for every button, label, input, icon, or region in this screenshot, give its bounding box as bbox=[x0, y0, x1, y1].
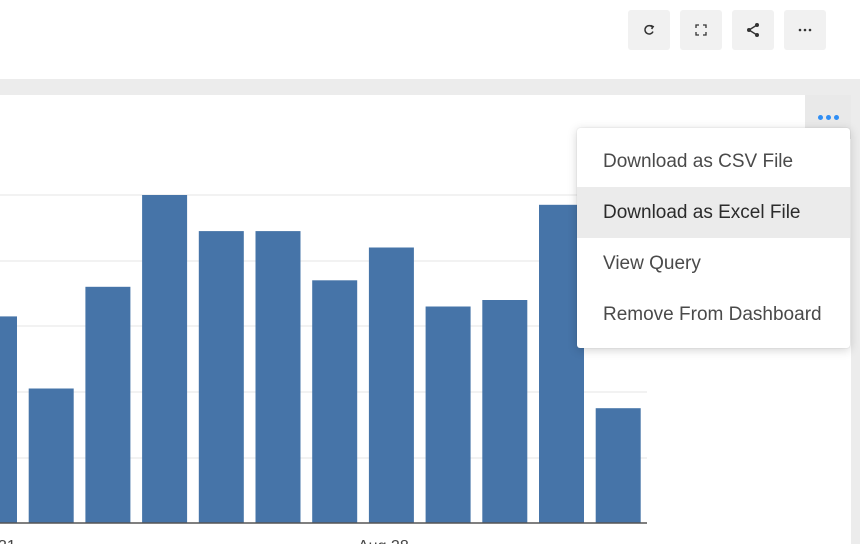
x-tick-label: 31 bbox=[0, 538, 16, 544]
menu-item-view-query[interactable]: View Query bbox=[577, 238, 850, 289]
bar[interactable] bbox=[198, 231, 244, 523]
chart-actions-menu: Download as CSV File Download as Excel F… bbox=[577, 128, 850, 348]
menu-item-download-csv[interactable]: Download as CSV File bbox=[577, 136, 850, 187]
bar[interactable] bbox=[368, 247, 414, 524]
menu-item-remove-from-dashboard[interactable]: Remove From Dashboard bbox=[577, 289, 850, 340]
share-icon bbox=[747, 23, 759, 37]
menu-item-download-excel[interactable]: Download as Excel File bbox=[577, 187, 850, 238]
more-dot-icon bbox=[833, 114, 839, 120]
bar[interactable] bbox=[0, 316, 17, 523]
header-toolbar bbox=[628, 10, 826, 50]
bar[interactable] bbox=[482, 300, 528, 523]
bar[interactable] bbox=[85, 286, 131, 523]
bar[interactable] bbox=[255, 231, 301, 523]
bar[interactable] bbox=[312, 280, 358, 523]
bar[interactable] bbox=[425, 306, 471, 524]
x-tick-label: Aug 28 bbox=[358, 538, 409, 544]
refresh-icon bbox=[644, 24, 655, 35]
share-button[interactable] bbox=[732, 10, 774, 50]
refresh-button[interactable] bbox=[628, 10, 670, 50]
fullscreen-icon bbox=[695, 24, 707, 36]
more-horizontal-icon bbox=[798, 28, 812, 32]
bar[interactable] bbox=[28, 388, 74, 524]
more-dot-icon bbox=[825, 114, 831, 120]
fullscreen-button[interactable] bbox=[680, 10, 722, 50]
bar[interactable] bbox=[595, 408, 641, 523]
more-dot-icon bbox=[817, 114, 823, 120]
bar[interactable] bbox=[142, 195, 188, 523]
bar-chart: 31 Aug 28 bbox=[0, 194, 647, 544]
dashboard-page: 31 Aug 28 Download as CSV File Download a… bbox=[0, 0, 860, 544]
more-button[interactable] bbox=[784, 10, 826, 50]
